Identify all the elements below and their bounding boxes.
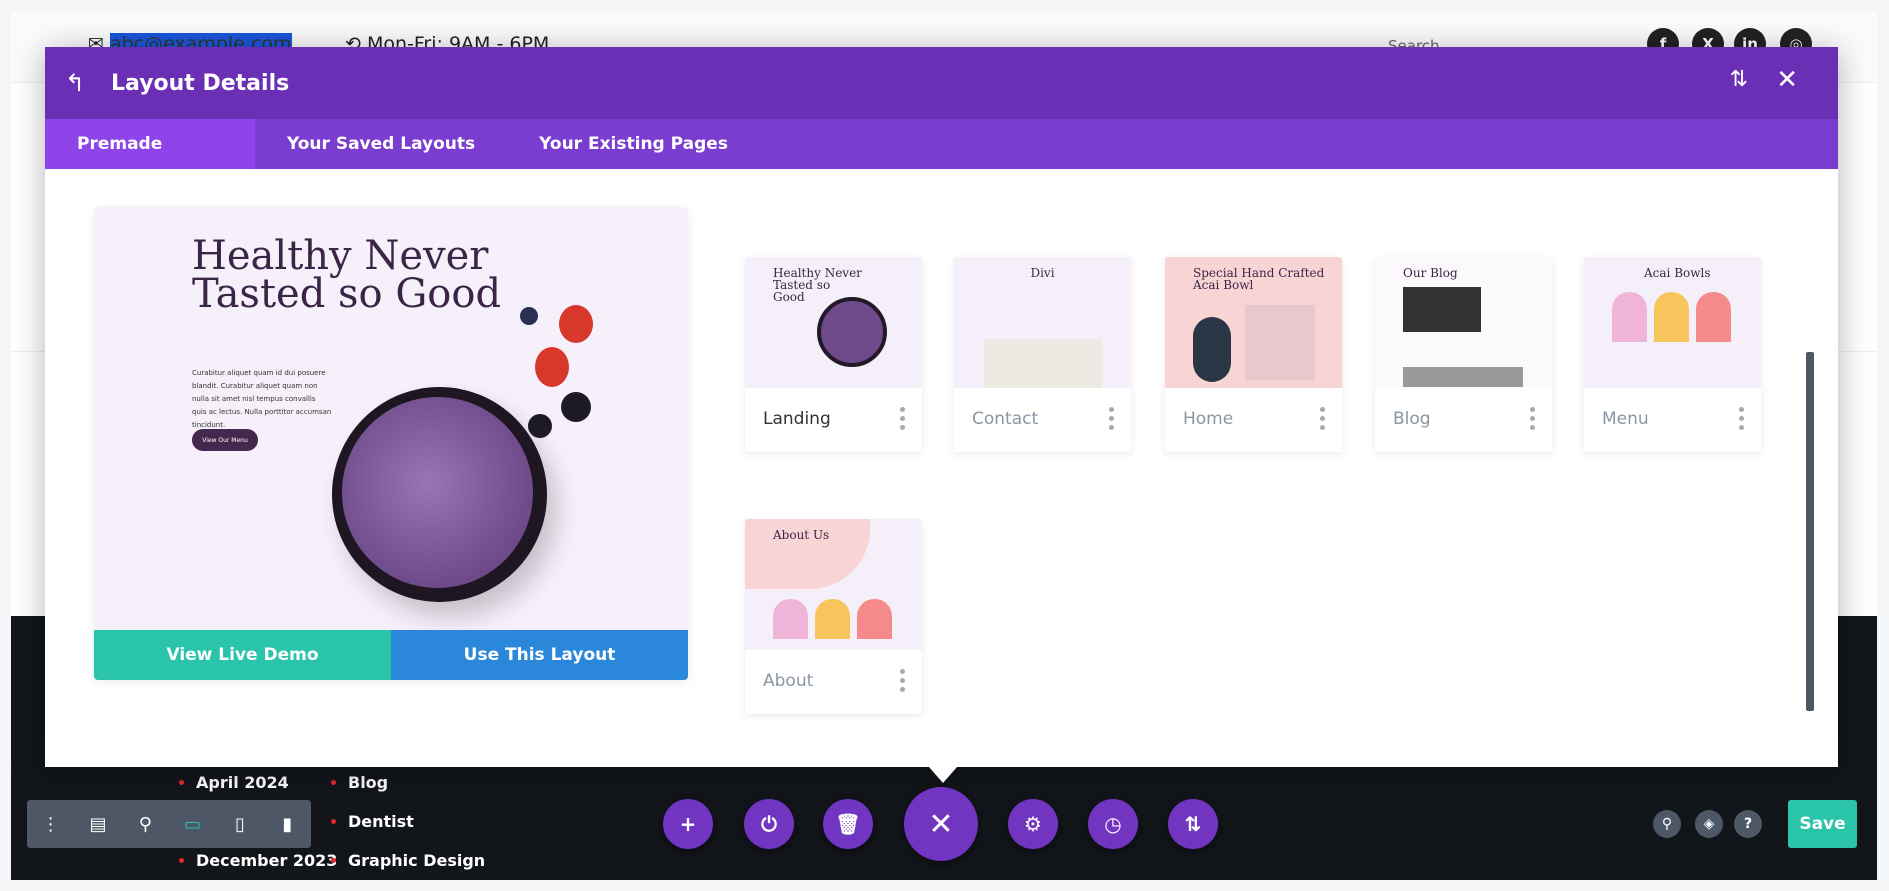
help-icon[interactable]: ? xyxy=(1734,810,1762,838)
trash-button[interactable]: 🗑 xyxy=(823,799,873,849)
scrollbar[interactable] xyxy=(1806,352,1814,711)
history-button[interactable]: ◷ xyxy=(1088,799,1138,849)
modal-pointer xyxy=(929,767,957,783)
layout-card-contact[interactable]: Divi Contact xyxy=(954,257,1131,452)
layout-card-about[interactable]: About Us About xyxy=(745,519,922,714)
archive-link[interactable]: April 2024 xyxy=(179,773,289,792)
modal-title: Layout Details xyxy=(111,70,290,96)
more-options-icon[interactable] xyxy=(1320,407,1325,430)
more-options-icon[interactable] xyxy=(900,407,905,430)
more-options-icon[interactable] xyxy=(1530,407,1535,430)
save-button[interactable]: Save xyxy=(1788,800,1857,848)
wireframe-icon[interactable]: ▤ xyxy=(74,814,121,835)
thumb-title: About Us xyxy=(773,528,830,542)
layout-card-blog[interactable]: Our Blog Blog xyxy=(1375,257,1552,452)
layout-label: Menu xyxy=(1602,409,1649,429)
category-link[interactable]: Graphic Design xyxy=(330,851,485,870)
desktop-view-icon[interactable]: ▭ xyxy=(169,814,216,835)
layout-thumbnail: Our Blog xyxy=(1375,257,1552,388)
category-link[interactable]: Dentist xyxy=(331,812,414,831)
layers-icon[interactable]: ◈ xyxy=(1695,810,1723,838)
power-button[interactable]: ⏻ xyxy=(744,799,794,849)
tab-premade-layouts[interactable]: Premade Layouts xyxy=(45,119,255,204)
tablet-view-icon[interactable]: ▯ xyxy=(216,814,263,835)
modal-tabs: Premade Layouts Your Saved Layouts Your … xyxy=(45,119,1838,204)
layout-label: Landing xyxy=(763,409,831,429)
view-mode-toolbar: ⋮ ▤ ⚲ ▭ ▯ ▮ xyxy=(27,800,311,848)
layout-thumbnail: Acai Bowls xyxy=(1584,257,1761,388)
more-options-icon[interactable] xyxy=(900,669,905,692)
close-settings-button[interactable]: ✕ xyxy=(904,787,978,861)
preview-cta: View Our Menu xyxy=(192,429,258,451)
layout-card-landing[interactable]: Healthy Never Tasted so Good Landing xyxy=(745,257,922,452)
view-live-demo-button[interactable]: View Live Demo xyxy=(94,630,391,680)
layout-thumbnail: Divi xyxy=(954,257,1131,388)
back-arrow-icon[interactable]: ↰ xyxy=(65,69,95,97)
thumb-title: Acai Bowls xyxy=(1644,266,1711,280)
layout-label: Contact xyxy=(972,409,1039,429)
layout-card-home[interactable]: Special Hand Crafted Acai Bowl Home xyxy=(1165,257,1342,452)
more-options-icon[interactable]: ⋮ xyxy=(27,814,74,835)
layout-card-menu[interactable]: Acai Bowls Menu xyxy=(1584,257,1761,452)
layout-thumbnail: Special Hand Crafted Acai Bowl xyxy=(1165,257,1342,388)
layout-details-modal: ↰ Layout Details ⇅ ✕ Premade Layouts You… xyxy=(45,47,1838,767)
strawberry-image xyxy=(535,347,569,387)
close-icon[interactable]: ✕ xyxy=(1776,65,1798,95)
portability-button[interactable]: ⇅ xyxy=(1168,799,1218,849)
modal-header: ↰ Layout Details ⇅ ✕ xyxy=(45,47,1838,119)
zoom-icon[interactable]: ⚲ xyxy=(122,814,169,835)
phone-view-icon[interactable]: ▮ xyxy=(264,814,311,835)
preview-body: Curabitur aliquet quam id dui posuere bl… xyxy=(192,369,332,429)
layout-preview: Healthy Never Tasted so Good Curabitur a… xyxy=(94,207,688,680)
layout-label: Home xyxy=(1183,409,1234,429)
settings-button[interactable]: ⚙ xyxy=(1008,799,1058,849)
more-options-icon[interactable] xyxy=(1109,407,1114,430)
thumb-title: Special Hand Crafted Acai Bowl xyxy=(1193,266,1325,292)
acai-bowl-image xyxy=(332,387,547,602)
thumb-title: Divi xyxy=(1030,266,1055,280)
archive-link[interactable]: December 2023 xyxy=(178,851,337,870)
search-icon[interactable]: ⚲ xyxy=(1653,810,1681,838)
thumb-title: Our Blog xyxy=(1403,266,1458,280)
preview-heading: Healthy Never Tasted so Good xyxy=(192,233,502,317)
tab-existing-pages[interactable]: Your Existing Pages xyxy=(507,119,760,169)
add-button[interactable]: + xyxy=(663,799,713,849)
blackberry-image xyxy=(528,414,552,438)
blackberry-image xyxy=(561,392,591,422)
layout-label: About xyxy=(763,671,814,691)
layout-thumbnail: Healthy Never Tasted so Good xyxy=(745,257,922,388)
category-link[interactable]: Blog xyxy=(330,773,388,792)
strawberry-image xyxy=(559,305,593,343)
more-options-icon[interactable] xyxy=(1739,407,1744,430)
layout-label: Blog xyxy=(1393,409,1431,429)
tab-saved-layouts[interactable]: Your Saved Layouts xyxy=(255,119,507,169)
sort-arrows-icon[interactable]: ⇅ xyxy=(1730,67,1748,92)
layout-thumbnail: About Us xyxy=(745,519,922,650)
use-this-layout-button[interactable]: Use This Layout xyxy=(391,630,688,680)
blueberry-image xyxy=(520,307,538,325)
preview-image: Healthy Never Tasted so Good Curabitur a… xyxy=(94,207,688,630)
